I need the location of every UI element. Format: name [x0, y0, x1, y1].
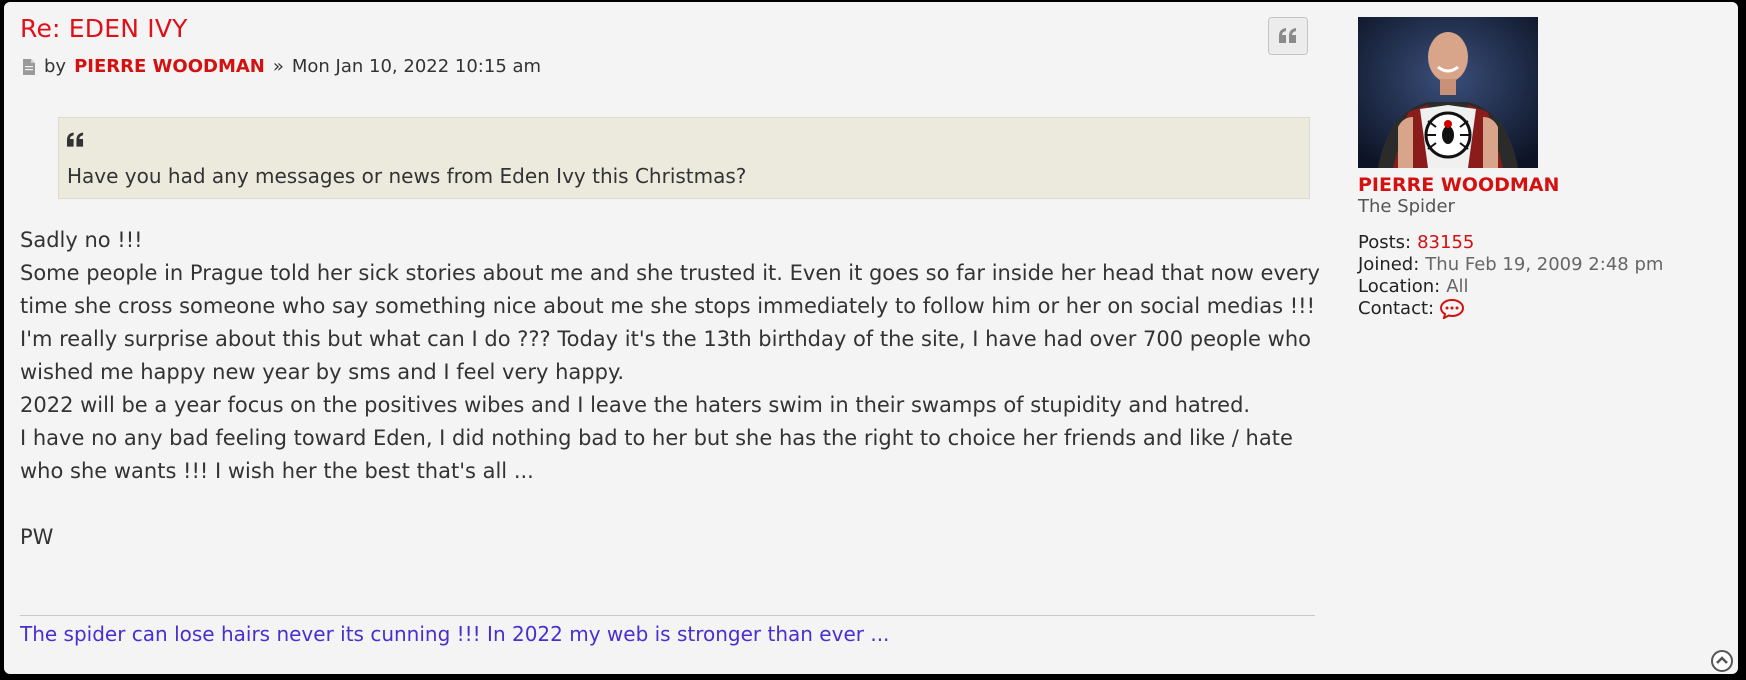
profile-joined-row: Joined: Thu Feb 19, 2009 2:48 pm — [1358, 254, 1718, 276]
document-icon[interactable] — [22, 58, 36, 75]
content-line: Some people in Prague told her sick stor… — [20, 261, 1320, 318]
post-datetime: Mon Jan 10, 2022 10:15 am — [291, 56, 542, 77]
signature-divider — [20, 615, 1315, 616]
separator: » — [272, 56, 284, 77]
content-line: I have no any bad feeling toward Eden, I… — [20, 426, 1293, 483]
profile-username[interactable]: PIERRE WOODMAN — [1358, 174, 1718, 196]
profile-location-row: Location: All — [1358, 276, 1718, 298]
speech-bubble-icon[interactable] — [1440, 299, 1465, 319]
quote-block: Have you had any messages or news from E… — [58, 117, 1310, 199]
author-profile: PIERRE WOODMAN The Spider Posts: 83155 J… — [1358, 17, 1718, 320]
profile-details: Posts: 83155 Joined: Thu Feb 19, 2009 2:… — [1358, 232, 1718, 320]
avatar[interactable] — [1358, 17, 1538, 168]
signoff: PW — [20, 525, 54, 549]
content-line: I'm really surprise about this but what … — [20, 327, 1311, 384]
content-line: Sadly no !!! — [20, 228, 143, 252]
profile-contact-row: Contact: — [1358, 298, 1718, 320]
signature: The spider can lose hairs never its cunn… — [20, 622, 890, 646]
post-title[interactable]: Re: EDEN IVY — [20, 14, 188, 43]
joined-value: Thu Feb 19, 2009 2:48 pm — [1425, 254, 1664, 275]
quote-mark-icon — [67, 132, 84, 147]
posts-label: Posts: — [1358, 232, 1412, 253]
joined-label: Joined: — [1358, 254, 1420, 275]
quote-text: Have you had any messages or news from E… — [67, 164, 747, 188]
quote-icon — [1279, 28, 1296, 43]
post-container: Re: EDEN IVY by PIERRE WOODMAN » Mon Jan… — [4, 2, 1738, 674]
chevron-up-circle-icon[interactable] — [1711, 650, 1733, 672]
post-author-link[interactable]: PIERRE WOODMAN — [74, 56, 265, 77]
posts-count-link[interactable]: 83155 — [1417, 232, 1474, 254]
post-author-line: by PIERRE WOODMAN » Mon Jan 10, 2022 10:… — [22, 56, 541, 77]
content-line: 2022 will be a year focus on the positiv… — [20, 393, 1251, 417]
location-value: All — [1446, 276, 1469, 297]
location-label: Location: — [1358, 276, 1441, 297]
profile-rank: The Spider — [1358, 196, 1455, 217]
profile-posts-row: Posts: 83155 — [1358, 232, 1718, 254]
contact-label: Contact: — [1358, 298, 1435, 319]
post-content: Sadly no !!! Some people in Prague told … — [20, 224, 1320, 554]
by-label: by — [44, 56, 67, 77]
quote-button[interactable] — [1268, 17, 1308, 55]
